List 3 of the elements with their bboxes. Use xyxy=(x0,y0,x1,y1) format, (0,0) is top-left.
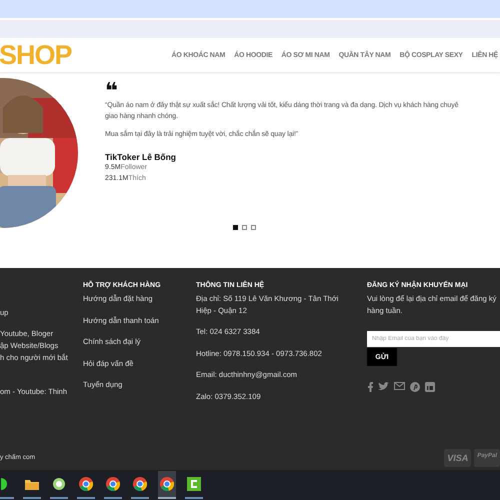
author-name: TikToker Lê Bống xyxy=(105,152,178,162)
payment-logo: VISA xyxy=(444,449,472,467)
quote-mark: ❝ xyxy=(105,82,118,100)
